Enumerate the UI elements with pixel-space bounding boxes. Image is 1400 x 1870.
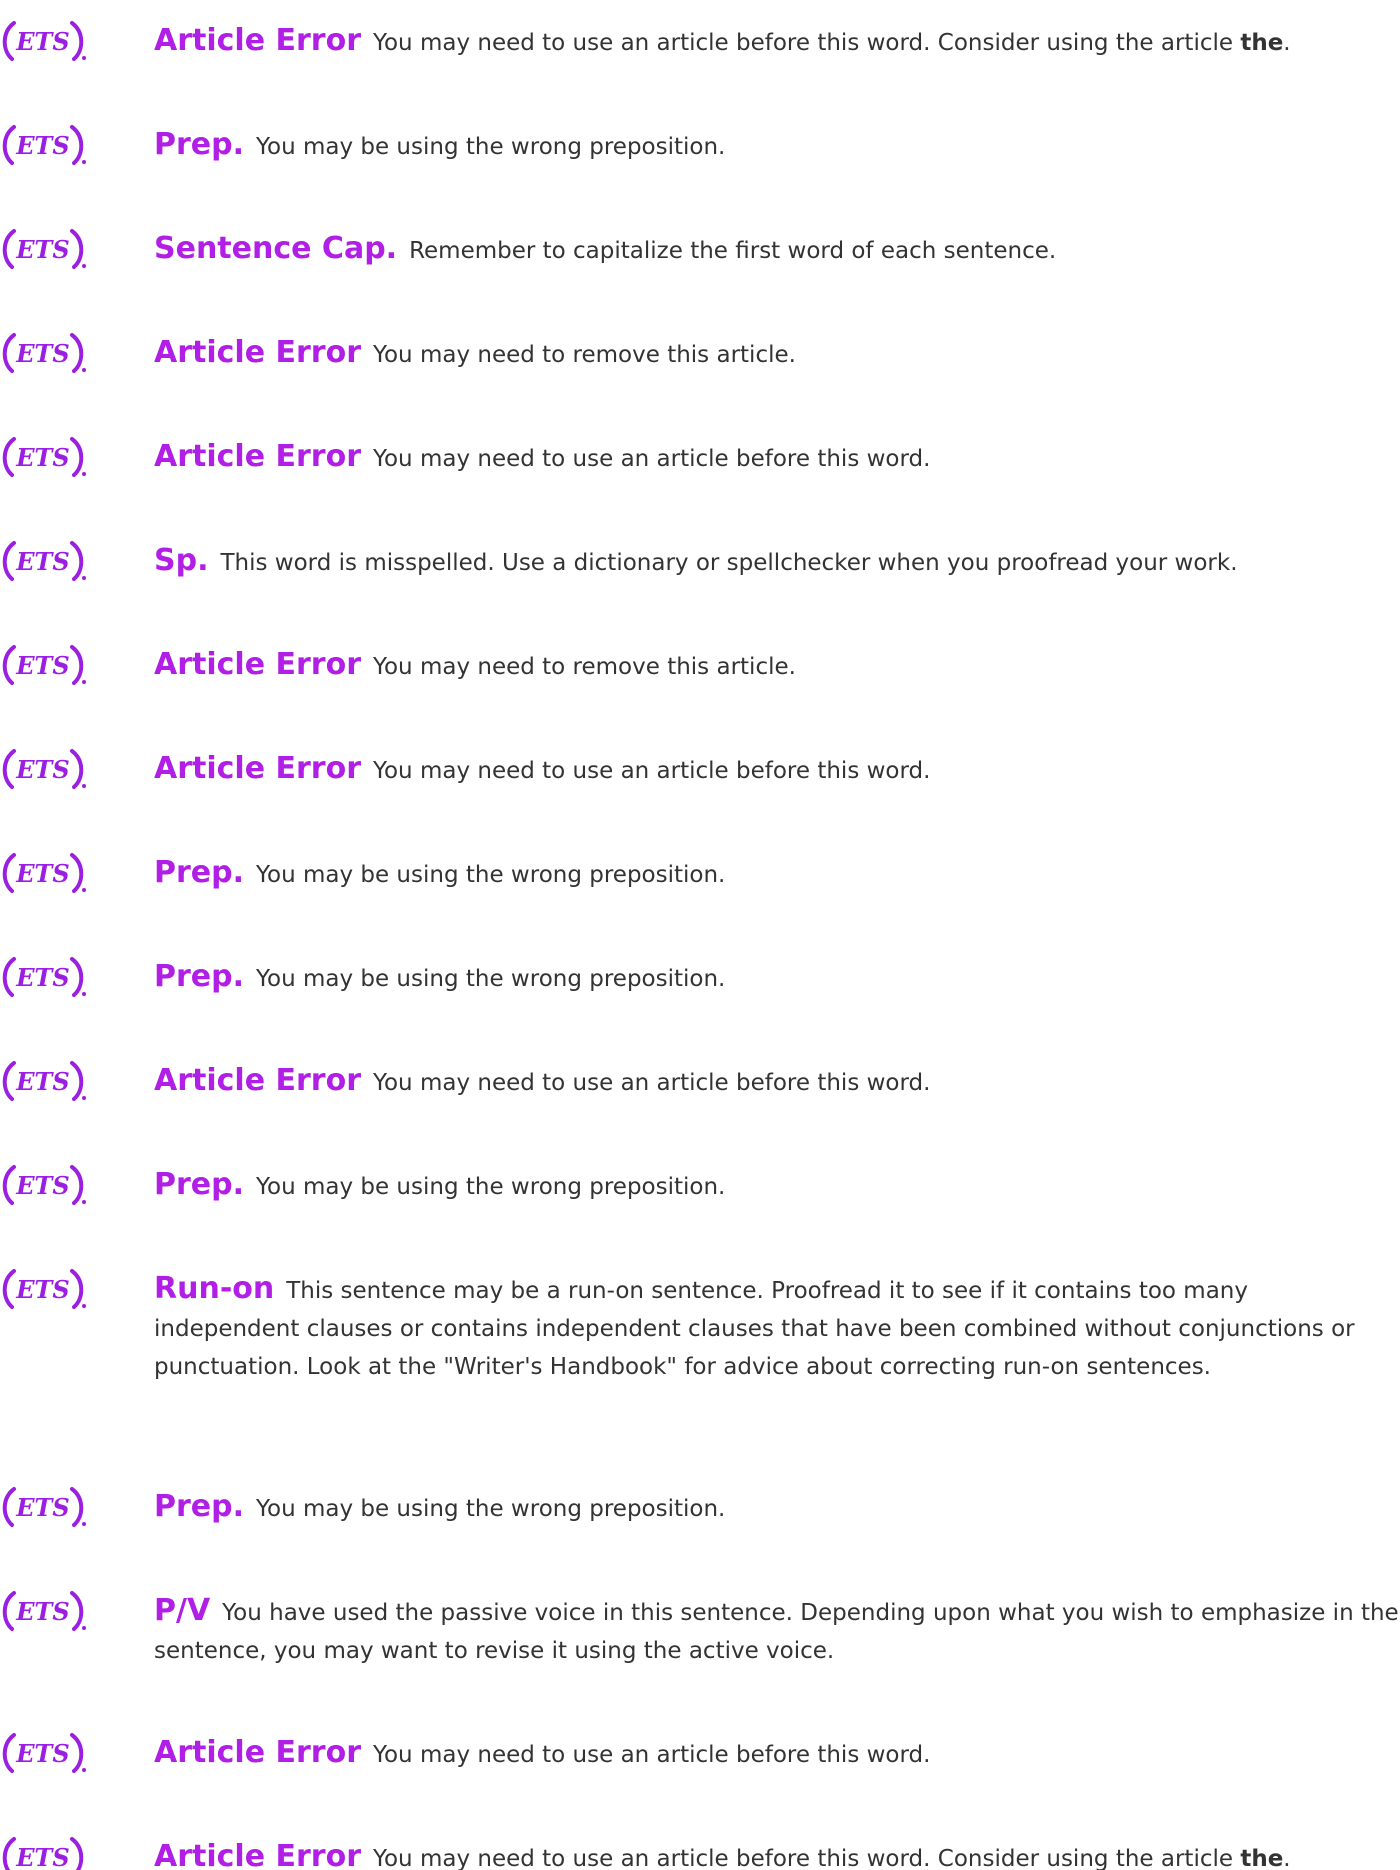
ets-logo-text: ETS — [15, 651, 69, 680]
feedback-message: You may need to use an article before th… — [372, 1070, 931, 1096]
feedback-title: Article Error — [154, 439, 361, 474]
feedback-message: You may need to use an article before th… — [372, 446, 931, 472]
feedback-message: Remember to capitalize the first word of… — [409, 238, 1057, 264]
ets-logo-text: ETS — [15, 131, 69, 160]
feedback-title: Prep. — [154, 1167, 244, 1202]
feedback-content: Prep. You may be using the wrong preposit… — [154, 854, 1400, 894]
ets-logo-text: ETS — [15, 1275, 69, 1304]
ets-logo-text: ETS — [15, 963, 69, 992]
feedback-title: Sentence Cap. — [154, 231, 398, 266]
ets-logo-icon: ETS — [2, 1061, 86, 1101]
feedback-content: Prep. You may be using the wrong preposit… — [154, 1166, 1400, 1206]
feedback-content: Article Error You may need to use an arti… — [154, 1062, 1400, 1102]
ets-logo-text: ETS — [15, 547, 69, 576]
feedback-message: You may need to remove this article. — [372, 342, 796, 368]
ets-logo-icon: ETS — [2, 957, 86, 997]
feedback-suggested-word: the — [1240, 1846, 1284, 1870]
feedback-content: Article Error You may need to remove this… — [154, 646, 1400, 686]
ets-logo-text: ETS — [15, 1843, 69, 1870]
ets-logo-text: ETS — [15, 339, 69, 368]
ets-logo-icon: ETS — [2, 749, 86, 789]
feedback-trailing-punctuation: . — [1283, 30, 1291, 56]
feedback-message: This sentence may be a run-on sentence. … — [154, 1278, 1355, 1380]
ets-logo-text: ETS — [15, 1739, 69, 1768]
feedback-message: You may be using the wrong preposition. — [256, 862, 726, 888]
feedback-content: Prep. You may be using the wrong preposit… — [154, 1488, 1400, 1528]
ets-logo-icon: ETS — [2, 645, 86, 685]
feedback-content: Prep. You may be using the wrong preposit… — [154, 126, 1400, 166]
feedback-content: Article Error You may need to use an arti… — [154, 750, 1400, 790]
feedback-content: Sentence Cap. Remember to capitalize the … — [154, 230, 1400, 270]
feedback-title: Prep. — [154, 127, 244, 162]
ets-logo-icon: ETS — [2, 21, 86, 61]
feedback-title: Prep. — [154, 1489, 244, 1524]
ets-logo-icon: ETS — [2, 853, 86, 893]
ets-logo-text: ETS — [15, 859, 69, 888]
feedback-title: Article Error — [154, 647, 361, 682]
ets-logo-icon: ETS — [2, 229, 86, 269]
feedback-title: Prep. — [154, 855, 244, 890]
feedback-trailing-punctuation: . — [1283, 1846, 1291, 1870]
feedback-message: You may need to use an article before th… — [372, 1846, 1234, 1870]
feedback-title: Sp. — [154, 543, 209, 578]
feedback-content: Prep. You may be using the wrong preposit… — [154, 958, 1400, 998]
feedback-content: Article Error You may need to remove this… — [154, 334, 1400, 374]
ets-logo-icon: ETS — [2, 437, 86, 477]
ets-logo-icon: ETS — [2, 541, 86, 581]
feedback-content: Sp. This word is misspelled. Use a dictio… — [154, 542, 1400, 582]
ets-logo-icon: ETS — [2, 1269, 86, 1309]
feedback-content: Article Error You may need to use an arti… — [154, 1838, 1400, 1870]
ets-logo-icon: ETS — [2, 1837, 84, 1870]
feedback-content: Run-on This sentence may be a run-on sent… — [154, 1270, 1400, 1386]
feedback-suggested-word: the — [1240, 30, 1284, 56]
ets-logo-icon: ETS — [2, 1165, 86, 1205]
ets-logo-icon: ETS — [2, 333, 86, 373]
ets-logo-text: ETS — [15, 1067, 69, 1096]
feedback-message: You may need to use an article before th… — [372, 1742, 931, 1768]
feedback-content: Article Error You may need to use an arti… — [154, 438, 1400, 478]
feedback-title: Run-on — [154, 1271, 275, 1306]
ets-logo-text: ETS — [15, 1171, 69, 1200]
ets-logo-icon: ETS — [2, 1591, 86, 1631]
feedback-message: You may be using the wrong preposition. — [256, 1174, 726, 1200]
feedback-title: Article Error — [154, 23, 361, 58]
feedback-message: You may need to use an article before th… — [372, 758, 931, 784]
ets-logo-text: ETS — [15, 27, 69, 56]
ets-logo-text: ETS — [15, 1597, 69, 1626]
feedback-message: You may be using the wrong preposition. — [256, 966, 726, 992]
feedback-content: Article Error You may need to use an arti… — [154, 1734, 1400, 1774]
feedback-title: Article Error — [154, 1735, 361, 1770]
ets-logo-icon: ETS — [2, 1733, 86, 1773]
ets-logo-text: ETS — [15, 755, 69, 784]
feedback-content: Article Error You may need to use an arti… — [154, 22, 1400, 62]
ets-logo-text: ETS — [15, 443, 69, 472]
feedback-message: You may be using the wrong preposition. — [256, 1496, 726, 1522]
ets-logo-icon: ETS — [2, 1487, 86, 1527]
feedback-title: Article Error — [154, 335, 361, 370]
feedback-message: This word is misspelled. Use a dictionar… — [220, 550, 1238, 576]
feedback-message: You may need to remove this article. — [372, 654, 796, 680]
feedback-title: Article Error — [154, 1839, 361, 1870]
feedback-title: Article Error — [154, 1063, 361, 1098]
feedback-content: P/V You have used the passive voice in th… — [154, 1592, 1400, 1670]
feedback-message: You have used the passive voice in this … — [154, 1600, 1399, 1664]
feedback-title: Prep. — [154, 959, 244, 994]
feedback-title: Article Error — [154, 751, 361, 786]
feedback-message: You may need to use an article before th… — [372, 30, 1234, 56]
ets-logo-icon: ETS — [2, 125, 86, 165]
ets-logo-text: ETS — [15, 235, 69, 264]
feedback-message: You may be using the wrong preposition. — [256, 134, 726, 160]
feedback-title: P/V — [154, 1593, 211, 1628]
ets-logo-text: ETS — [15, 1493, 69, 1522]
